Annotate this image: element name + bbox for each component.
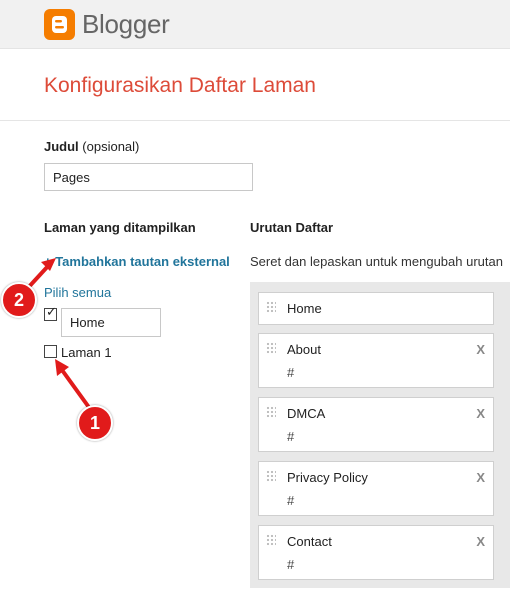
annotation-marker-1: 1 [77,405,113,441]
annotation-arrow-1 [60,368,90,408]
annotation-arrows [24,258,90,408]
annotation-marker-2: 2 [1,282,37,318]
